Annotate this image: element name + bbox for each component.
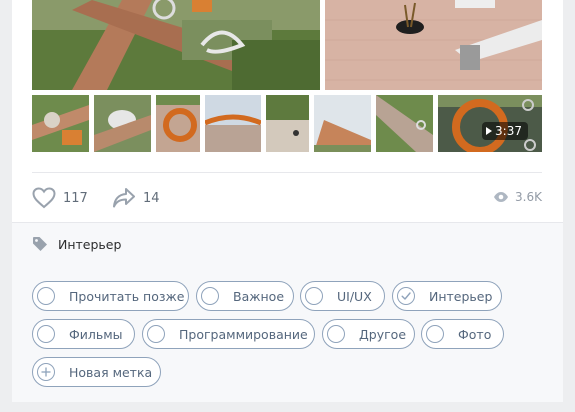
tag-chip-label: Программирование	[179, 326, 308, 342]
tag-chip-read-later[interactable]: Прочитать позже	[32, 281, 189, 311]
share-button[interactable]: 14	[112, 187, 160, 209]
check-icon	[397, 287, 415, 305]
photo-main-left[interactable]	[32, 0, 320, 90]
thumbnail-6[interactable]	[314, 95, 371, 152]
checkbox-circle-icon	[201, 287, 219, 305]
share-icon	[113, 188, 135, 208]
share-count: 14	[143, 190, 160, 206]
tag-chip-label: UI/UX	[337, 288, 372, 304]
video-duration: 3:37	[495, 124, 522, 138]
checkbox-circle-icon	[147, 325, 165, 343]
tag-chip-ui-ux[interactable]: UI/UX	[300, 281, 385, 311]
thumbnail-3[interactable]	[156, 95, 200, 152]
thumbnail-5[interactable]	[266, 95, 309, 152]
tags-panel: Интерьер Прочитать позже Важное UI/UX Ин…	[12, 222, 563, 402]
view-count: 3.6K	[515, 190, 542, 204]
tag-icon	[33, 237, 47, 251]
plus-icon	[37, 363, 55, 381]
checkbox-circle-icon	[327, 325, 345, 343]
checkbox-circle-icon	[37, 287, 55, 305]
tag-chip-other[interactable]: Другое	[322, 319, 415, 349]
tag-chip-programming[interactable]: Программирование	[142, 319, 315, 349]
post-card: 3:37 117 14 3.6K Интерьер Прочитать позж…	[12, 0, 563, 402]
post-actions: 117 14 3.6K	[32, 172, 542, 223]
thumbnail-2[interactable]	[94, 95, 151, 152]
tag-chip-label: Фильмы	[69, 326, 123, 342]
like-button[interactable]: 117	[32, 187, 88, 209]
tag-chip-movies[interactable]: Фильмы	[32, 319, 135, 349]
like-count: 117	[63, 190, 88, 206]
photo-gallery: 3:37	[32, 0, 542, 152]
tag-chip-important[interactable]: Важное	[196, 281, 294, 311]
tag-chip-label: Важное	[233, 288, 285, 304]
tag-chip-interior[interactable]: Интерьер	[392, 281, 502, 311]
video-thumbnail[interactable]: 3:37	[438, 95, 542, 152]
new-tag-label: Новая метка	[69, 364, 153, 380]
play-icon	[486, 127, 493, 135]
checkbox-circle-icon	[426, 325, 444, 343]
checkbox-circle-icon	[305, 287, 323, 305]
thumbnail-4[interactable]	[205, 95, 261, 152]
eye-icon	[494, 192, 509, 202]
view-counter: 3.6K	[493, 190, 542, 204]
tag-chip-photo[interactable]: Фото	[421, 319, 504, 349]
tag-chip-label: Интерьер	[429, 288, 493, 304]
video-duration-badge: 3:37	[482, 122, 528, 140]
tag-chip-label: Прочитать позже	[69, 288, 185, 304]
heart-icon	[32, 187, 56, 209]
tag-chip-label: Другое	[359, 326, 407, 342]
current-tag: Интерьер	[32, 236, 121, 252]
tag-chip-label: Фото	[458, 326, 492, 342]
thumbnail-1[interactable]	[32, 95, 89, 152]
checkbox-circle-icon	[37, 325, 55, 343]
new-tag-button[interactable]: Новая метка	[32, 357, 161, 387]
photo-main-right[interactable]	[325, 0, 542, 90]
thumbnail-7[interactable]	[376, 95, 433, 152]
current-tag-label: Интерьер	[58, 236, 122, 252]
